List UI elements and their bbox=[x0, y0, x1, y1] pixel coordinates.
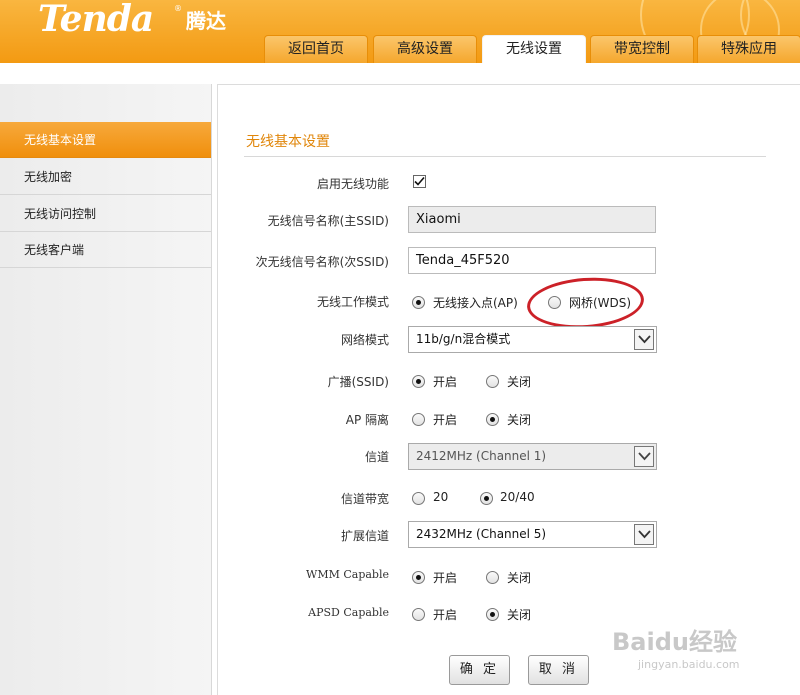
apsd-off-label: 关闭 bbox=[507, 608, 532, 622]
check-icon bbox=[414, 176, 425, 186]
tab-bandwidth[interactable]: 带宽控制 bbox=[590, 35, 694, 63]
chevron-down-icon bbox=[634, 524, 654, 545]
work-mode-label: 无线工作模式 bbox=[316, 295, 389, 309]
network-mode-label: 网络模式 bbox=[340, 333, 389, 347]
chevron-down-icon bbox=[634, 446, 654, 467]
apsd-on-label: 开启 bbox=[433, 608, 458, 622]
enable-wireless-checkbox[interactable] bbox=[413, 175, 426, 188]
broadcast-label: 广播(SSID) bbox=[327, 375, 389, 389]
wmm-off-radio[interactable] bbox=[486, 571, 499, 584]
secondary-ssid-input[interactable]: Tenda_45F520 bbox=[408, 247, 656, 274]
tab-special[interactable]: 特殊应用 bbox=[697, 35, 800, 63]
watermark-logo: Baidu经验 bbox=[612, 628, 737, 656]
ext-channel-select[interactable]: 2432MHz (Channel 5) bbox=[408, 521, 657, 548]
secondary-ssid-label: 次无线信号名称(次SSID) bbox=[255, 255, 389, 269]
title-divider bbox=[244, 156, 766, 157]
tab-advanced[interactable]: 高级设置 bbox=[373, 35, 477, 63]
header-bar: Tenda ® 腾达 返回首页 高级设置 无线设置 带宽控制 特殊应用 bbox=[0, 0, 800, 63]
apsd-off-radio[interactable] bbox=[486, 608, 499, 621]
channel-value: 2412MHz (Channel 1) bbox=[416, 449, 547, 463]
watermark-url: jingyan.baidu.com bbox=[638, 658, 740, 671]
ok-button[interactable]: 确 定 bbox=[449, 655, 510, 685]
tab-wireless[interactable]: 无线设置 bbox=[482, 35, 586, 63]
wmm-off-label: 关闭 bbox=[507, 571, 532, 585]
bandwidth-2040-radio[interactable] bbox=[480, 492, 493, 505]
section-title: 无线基本设置 bbox=[246, 134, 330, 150]
bandwidth-20-label: 20 bbox=[433, 490, 449, 504]
cancel-button[interactable]: 取 消 bbox=[528, 655, 589, 685]
broadcast-on-radio[interactable] bbox=[412, 375, 425, 388]
primary-ssid-input[interactable]: Xiaomi bbox=[408, 206, 656, 233]
work-mode-ap-label: 无线接入点(AP) bbox=[433, 296, 518, 310]
bandwidth-2040-label: 20/40 bbox=[500, 490, 535, 504]
ap-isolation-off-radio[interactable] bbox=[486, 413, 499, 426]
primary-ssid-label: 无线信号名称(主SSID) bbox=[267, 214, 389, 228]
ext-channel-value: 2432MHz (Channel 5) bbox=[416, 527, 547, 541]
broadcast-on-label: 开启 bbox=[433, 375, 458, 389]
brand-logo: Tenda bbox=[38, 0, 154, 40]
ext-channel-label: 扩展信道 bbox=[340, 529, 389, 543]
brand-logo-cn: 腾达 bbox=[186, 9, 226, 33]
enable-wireless-label: 启用无线功能 bbox=[316, 177, 389, 191]
network-mode-select[interactable]: 11b/g/n混合模式 bbox=[408, 326, 657, 353]
chevron-down-icon bbox=[634, 329, 654, 350]
apsd-label: APSD Capable bbox=[308, 606, 389, 619]
wmm-on-radio[interactable] bbox=[412, 571, 425, 584]
apsd-on-radio[interactable] bbox=[412, 608, 425, 621]
bandwidth-20-radio[interactable] bbox=[412, 492, 425, 505]
network-mode-value: 11b/g/n混合模式 bbox=[416, 332, 511, 346]
bandwidth-label: 信道带宽 bbox=[340, 492, 389, 506]
ap-isolation-label: AP 隔离 bbox=[345, 413, 389, 427]
channel-label: 信道 bbox=[364, 450, 389, 464]
broadcast-off-label: 关闭 bbox=[507, 375, 532, 389]
work-mode-ap-radio[interactable] bbox=[412, 296, 425, 309]
ap-isolation-on-radio[interactable] bbox=[412, 413, 425, 426]
broadcast-off-radio[interactable] bbox=[486, 375, 499, 388]
sidebar-item-basic[interactable]: 无线基本设置 bbox=[0, 122, 211, 158]
ap-isolation-off-label: 关闭 bbox=[507, 413, 532, 427]
registered-mark: ® bbox=[174, 4, 182, 13]
channel-select[interactable]: 2412MHz (Channel 1) bbox=[408, 443, 657, 470]
tab-home[interactable]: 返回首页 bbox=[264, 35, 368, 63]
wmm-on-label: 开启 bbox=[433, 571, 458, 585]
wmm-label: WMM Capable bbox=[306, 568, 389, 581]
ap-isolation-on-label: 开启 bbox=[433, 413, 458, 427]
